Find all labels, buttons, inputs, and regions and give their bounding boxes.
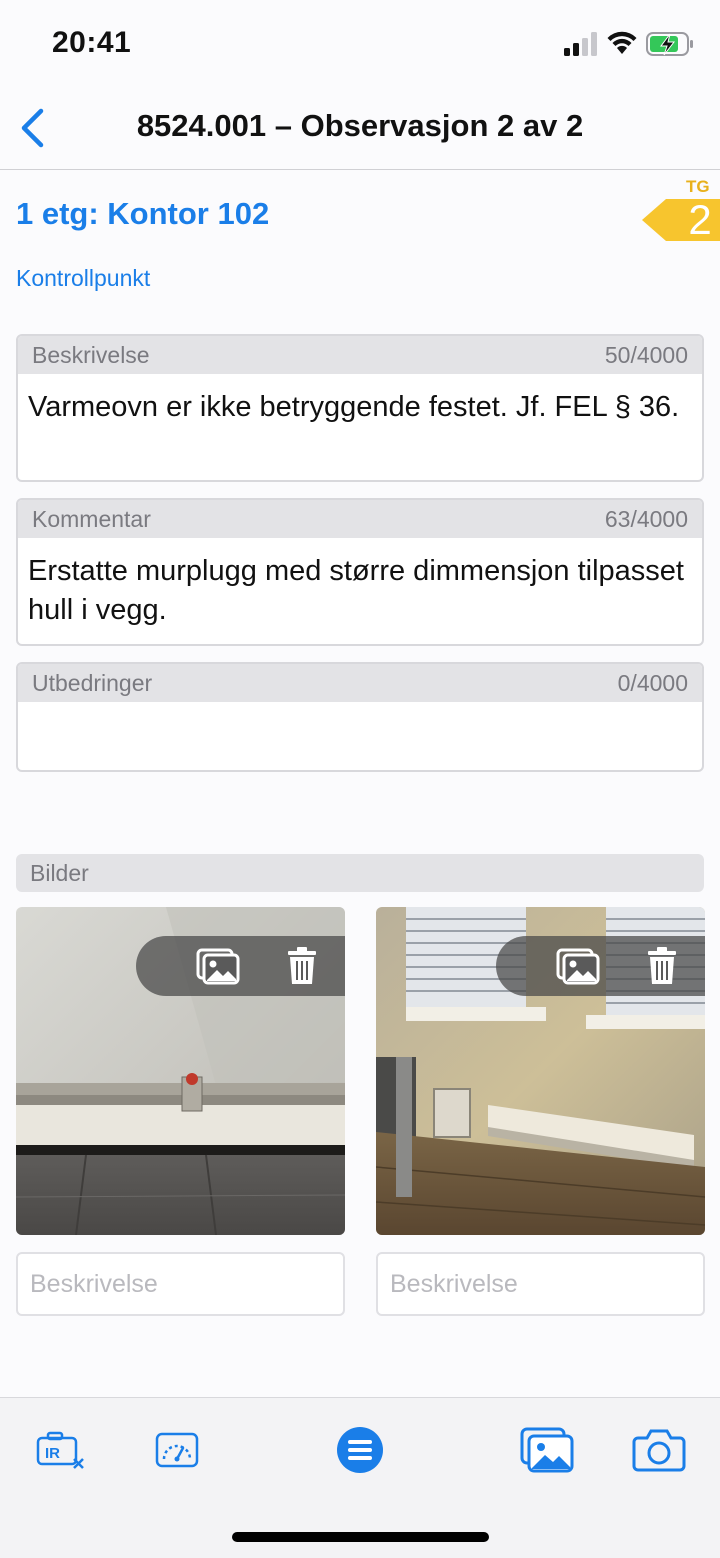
home-indicator bbox=[232, 1532, 489, 1542]
back-button[interactable] bbox=[12, 104, 52, 152]
photo-thumbnail[interactable] bbox=[16, 907, 345, 1235]
utbedringer-field[interactable]: Utbedringer 0/4000 bbox=[16, 662, 704, 772]
ir-camera-icon: IR bbox=[36, 1431, 84, 1469]
wifi-icon bbox=[607, 31, 637, 54]
measurement-button[interactable] bbox=[154, 1423, 200, 1477]
beskrivelse-field[interactable]: Beskrivelse 50/4000 Varmeovn er ikke bet… bbox=[16, 334, 704, 482]
utbedringer-text[interactable] bbox=[18, 702, 702, 726]
svg-text:IR: IR bbox=[45, 1445, 60, 1462]
gauge-icon bbox=[155, 1432, 199, 1468]
kontrollpunkt-link[interactable]: Kontrollpunkt bbox=[16, 265, 150, 292]
trash-icon[interactable] bbox=[640, 946, 684, 986]
kommentar-label: Kommentar bbox=[32, 505, 151, 532]
photo-library-icon bbox=[520, 1427, 574, 1473]
status-bar: 20:41 bbox=[0, 0, 720, 90]
location-title: 1 etg: Kontor 102 bbox=[16, 196, 270, 231]
ir-camera-button[interactable]: IR bbox=[36, 1423, 86, 1477]
page-title: 8524.001 – Observasjon 2 av 2 bbox=[136, 108, 584, 143]
battery-charging-icon bbox=[646, 32, 693, 56]
kommentar-count: 63/4000 bbox=[604, 505, 688, 532]
status-time: 20:41 bbox=[52, 26, 132, 59]
beskrivelse-text[interactable]: Varmeovn er ikke betryggende festet. Jf.… bbox=[18, 374, 702, 437]
chevron-left-icon bbox=[21, 108, 44, 148]
tg-label: TG bbox=[686, 177, 710, 196]
camera-icon bbox=[632, 1429, 686, 1472]
navigation-bar: 8524.001 – Observasjon 2 av 2 bbox=[0, 90, 720, 170]
photo-description-input[interactable] bbox=[376, 1252, 705, 1316]
menu-button[interactable] bbox=[336, 1423, 384, 1477]
kommentar-header: Kommentar 63/4000 bbox=[18, 500, 702, 538]
tg-value: 2 bbox=[688, 196, 712, 243]
cellular-signal-icon bbox=[564, 32, 597, 56]
photo-gallery-icon[interactable] bbox=[196, 946, 240, 986]
menu-icon bbox=[337, 1427, 383, 1473]
photo-library-button[interactable] bbox=[520, 1423, 574, 1477]
screen: 20:41 8524.001 – Observasjon 2 av 2 1 et… bbox=[0, 0, 720, 1558]
beskrivelse-label: Beskrivelse bbox=[32, 341, 150, 368]
kommentar-text[interactable]: Erstatte murplugg med større dimmensjon … bbox=[18, 538, 702, 640]
beskrivelse-header: Beskrivelse 50/4000 bbox=[18, 336, 702, 374]
kommentar-field[interactable]: Kommentar 63/4000 Erstatte murplugg med … bbox=[16, 498, 704, 646]
trash-icon[interactable] bbox=[280, 946, 324, 986]
utbedringer-count: 0/4000 bbox=[617, 669, 688, 696]
beskrivelse-count: 50/4000 bbox=[604, 341, 688, 368]
photo-description-input[interactable] bbox=[16, 1252, 345, 1316]
utbedringer-header: Utbedringer 0/4000 bbox=[18, 664, 702, 702]
bilder-header: Bilder bbox=[16, 854, 704, 892]
photo-gallery-icon[interactable] bbox=[556, 946, 600, 986]
utbedringer-label: Utbedringer bbox=[32, 669, 153, 696]
photo-actions-overlay bbox=[136, 936, 345, 996]
camera-button[interactable] bbox=[632, 1423, 686, 1477]
photo-actions-overlay bbox=[496, 936, 705, 996]
photo-thumbnail[interactable] bbox=[376, 907, 705, 1235]
